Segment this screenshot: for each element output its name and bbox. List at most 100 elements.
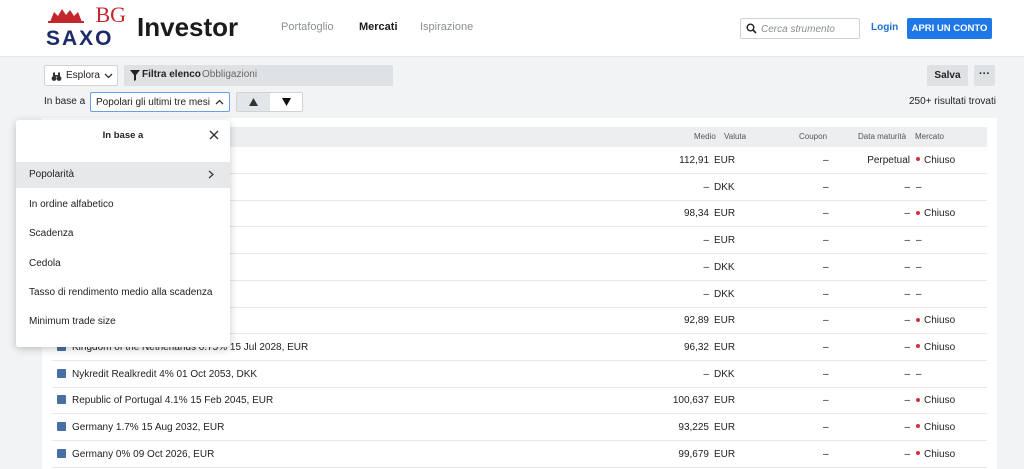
- medio-value: –: [703, 235, 709, 247]
- currency-value: EUR: [714, 155, 736, 166]
- maturity-value: –: [904, 181, 910, 193]
- search-input[interactable]: [761, 22, 856, 36]
- sort-option-label: In ordine alfabetico: [29, 199, 114, 210]
- sort-option-label: Tasso di rendimento medio alla scadenza: [29, 287, 213, 298]
- maturity-value: –: [904, 422, 910, 433]
- market-status: Chiuso: [916, 449, 955, 460]
- medio-value: –: [703, 368, 709, 380]
- currency-value: EUR: [714, 341, 736, 353]
- filter-icon: [130, 70, 140, 81]
- market-status: Chiuso: [916, 315, 955, 326]
- maturity-value: –: [904, 395, 910, 407]
- instrument-type-icon: [57, 448, 66, 458]
- currency-value: DKK: [714, 368, 735, 380]
- instrument-name[interactable]: Germany 1.7% 15 Aug 2032, EUR: [72, 422, 224, 433]
- market-status: –: [916, 369, 922, 380]
- column-maturity[interactable]: Data maturità: [858, 132, 906, 141]
- results-count: 250+ risultati trovati: [909, 96, 996, 107]
- nav-portafoglio[interactable]: Portafoglio: [281, 21, 334, 33]
- column-medio[interactable]: Medio: [694, 132, 716, 141]
- sort-select-value: Popolari gli ultimi tre mesi: [96, 97, 210, 108]
- currency-value: DKK: [714, 288, 735, 300]
- table-row[interactable]: Republic of Portugal 4.1% 15 Feb 2045, E…: [52, 387, 987, 415]
- sort-select[interactable]: Popolari gli ultimi tre mesi: [90, 92, 230, 112]
- coupon-value: –: [823, 288, 829, 300]
- status-dot-icon: [916, 424, 920, 429]
- instrument-type-icon: [57, 368, 66, 378]
- market-status-label: Chiuso: [924, 422, 956, 433]
- sort-option-rendimento[interactable]: Tasso di rendimento medio alla scadenza: [16, 280, 230, 306]
- medio-value: 98,34: [683, 208, 709, 220]
- status-dot-icon: [916, 344, 920, 349]
- maturity-value: –: [904, 235, 910, 247]
- instrument-type-icon: [57, 395, 66, 405]
- sort-option-min-trade-size[interactable]: Minimum trade size: [16, 309, 230, 335]
- maturity-value: –: [904, 261, 910, 273]
- medio-value: –: [703, 288, 709, 300]
- triangle-up-icon: [249, 98, 258, 106]
- coupon-value: –: [823, 235, 829, 247]
- sort-option-popolarita[interactable]: Popolarità: [16, 162, 230, 188]
- status-dot-icon: [916, 451, 920, 456]
- medio-value: –: [703, 181, 709, 193]
- market-status: –: [916, 262, 922, 273]
- more-options-button[interactable]: ···: [974, 65, 995, 86]
- open-account-button[interactable]: APRI UN CONTO: [907, 18, 992, 39]
- market-status-label: Chiuso: [924, 155, 956, 166]
- sort-option-scadenza[interactable]: Scadenza: [16, 221, 230, 247]
- coupon-value: –: [823, 315, 829, 327]
- bg-saxo-logo[interactable]: BG SAXO: [46, 4, 128, 52]
- table-row[interactable]: Germany 1.7% 15 Aug 2032, EUR 93,225 EUR – –…: [52, 414, 987, 441]
- maturity-value: –: [904, 288, 910, 300]
- market-status-label: –: [916, 368, 922, 380]
- nav-mercati[interactable]: Mercati: [359, 21, 398, 33]
- sort-ascending-button[interactable]: [237, 93, 270, 111]
- table-row[interactable]: Germany 0% 09 Oct 2026, EUR 99,679 EUR – – Ch…: [52, 441, 987, 468]
- logo-bg-text: BG: [95, 2, 126, 27]
- medio-value: –: [703, 261, 709, 273]
- medio-value: 100,637: [672, 395, 709, 407]
- market-status: Chiuso: [916, 342, 955, 353]
- instrument-name[interactable]: Nykredit Realkredit 4% 01 Oct 2053, DKK: [72, 369, 257, 380]
- close-icon[interactable]: [209, 130, 219, 140]
- search-box[interactable]: [740, 18, 860, 39]
- instrument-type-icon: [57, 422, 66, 431]
- filter-label: Filtra elenco: [142, 69, 201, 80]
- currency-value: EUR: [714, 208, 736, 220]
- nav-ispirazione[interactable]: Ispirazione: [420, 21, 473, 33]
- instrument-name[interactable]: Republic of Portugal 4.1% 15 Feb 2045, E…: [72, 395, 273, 406]
- currency-value: EUR: [714, 448, 736, 460]
- column-mercato[interactable]: Mercato: [915, 132, 944, 141]
- market-status-label: Chiuso: [924, 341, 956, 353]
- status-dot-icon: [916, 397, 920, 402]
- maturity-value: –: [904, 448, 910, 460]
- filter-value: Obbligazioni: [202, 69, 258, 80]
- save-button[interactable]: Salva: [927, 65, 968, 86]
- currency-value: DKK: [714, 181, 735, 193]
- explore-label: Esplora: [66, 70, 100, 81]
- search-icon: [746, 23, 757, 34]
- app-header: BG SAXO Investor Portafoglio Mercati Isp…: [0, 0, 1024, 57]
- table-row[interactable]: Nykredit Realkredit 4% 01 Oct 2053, DKK –…: [52, 361, 987, 388]
- medio-value: 96,32: [683, 341, 709, 353]
- logo-saxo-text: SAXO: [46, 27, 114, 50]
- coupon-value: –: [823, 155, 829, 166]
- filter-list-bar[interactable]: Filtra elenco Obbligazioni: [124, 65, 393, 86]
- currency-value: EUR: [714, 315, 736, 327]
- login-link[interactable]: Login: [871, 22, 898, 33]
- column-coupon[interactable]: Coupon: [799, 132, 827, 141]
- instrument-name[interactable]: Germany 0% 09 Oct 2026, EUR: [72, 449, 214, 460]
- medio-value: 99,679: [678, 448, 709, 460]
- coupon-value: –: [823, 422, 829, 433]
- popup-title: In base a: [102, 130, 144, 141]
- column-valuta[interactable]: Valuta: [724, 132, 746, 141]
- sort-descending-button[interactable]: [270, 93, 302, 111]
- lion-logo-icon: [48, 9, 84, 23]
- explore-dropdown[interactable]: Esplora: [44, 65, 118, 86]
- coupon-value: –: [823, 368, 829, 380]
- chevron-down-icon: [104, 73, 113, 79]
- currency-value: EUR: [714, 395, 736, 407]
- sort-option-alfabetico[interactable]: In ordine alfabetico: [16, 192, 230, 218]
- status-dot-icon: [916, 157, 920, 162]
- sort-option-cedola[interactable]: Cedola: [16, 251, 230, 277]
